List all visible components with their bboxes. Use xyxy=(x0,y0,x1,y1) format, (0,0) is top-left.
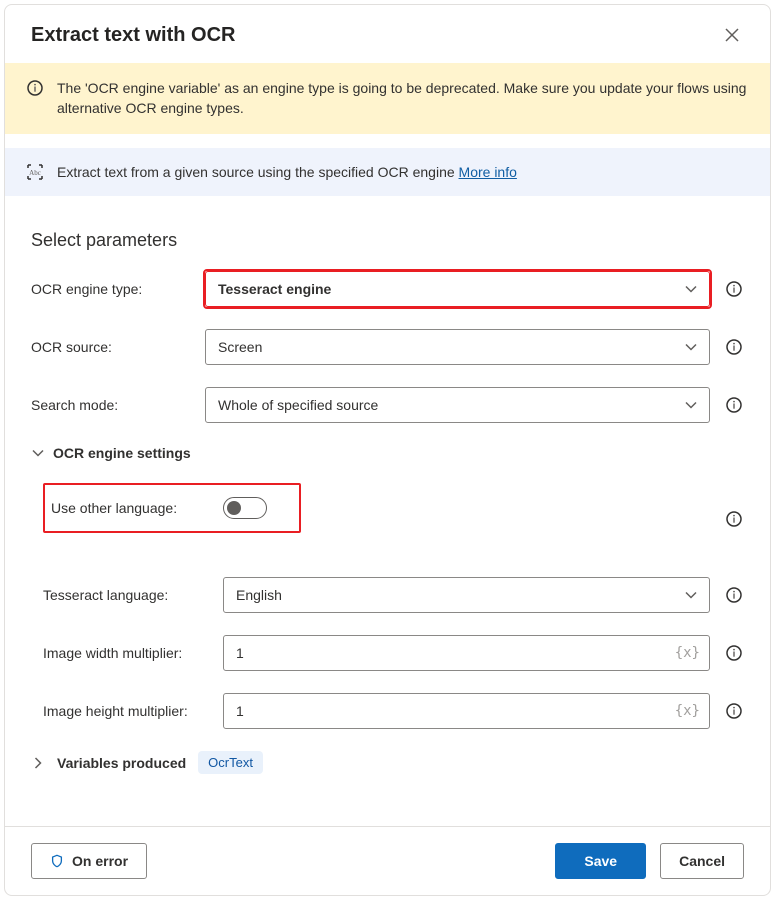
help-use-other-language[interactable] xyxy=(724,509,744,529)
use-other-language-toggle[interactable] xyxy=(223,497,267,519)
width-multiplier-control: 1 {x} xyxy=(223,635,710,671)
help-height-multiplier[interactable] xyxy=(724,701,744,721)
height-multiplier-label: Image height multiplier: xyxy=(43,703,223,719)
close-icon xyxy=(725,28,739,42)
info-message-container: Extract text from a given source using t… xyxy=(57,164,517,180)
ocr-source-select[interactable]: Screen xyxy=(205,329,710,365)
ocr-engine-settings-label: OCR engine settings xyxy=(53,445,191,461)
field-ocr-source: OCR source: Screen xyxy=(31,329,744,365)
tesseract-language-control: English xyxy=(223,577,710,613)
footer-actions: Save Cancel xyxy=(555,843,744,879)
tesseract-language-select[interactable]: English xyxy=(223,577,710,613)
chevron-right-icon xyxy=(31,756,45,770)
width-multiplier-input[interactable]: 1 xyxy=(223,635,710,671)
help-ocr-source[interactable] xyxy=(724,337,744,357)
toggle-knob xyxy=(227,501,241,515)
field-ocr-engine-type: OCR engine type: Tesseract engine xyxy=(31,271,744,307)
info-message: Extract text from a given source using t… xyxy=(57,164,459,180)
help-search-mode[interactable] xyxy=(724,395,744,415)
parameters-body: Select parameters OCR engine type: Tesse… xyxy=(5,196,770,826)
ocr-engine-settings-header[interactable]: OCR engine settings xyxy=(31,445,744,461)
field-tesseract-language: Tesseract language: English xyxy=(43,577,744,613)
on-error-label: On error xyxy=(72,853,128,869)
help-width-multiplier[interactable] xyxy=(724,643,744,663)
action-info-banner: Abc Extract text from a given source usi… xyxy=(5,148,770,196)
chevron-down-icon xyxy=(31,446,45,460)
text-extract-icon: Abc xyxy=(27,164,43,180)
height-multiplier-input[interactable]: 1 xyxy=(223,693,710,729)
use-other-language-label: Use other language: xyxy=(51,500,223,516)
warning-message: The 'OCR engine variable' as an engine t… xyxy=(57,79,748,118)
help-tesseract-language[interactable] xyxy=(724,585,744,605)
close-button[interactable] xyxy=(716,19,748,51)
help-ocr-engine-type[interactable] xyxy=(724,279,744,299)
dialog-footer: On error Save Cancel xyxy=(5,826,770,895)
ocr-engine-type-control: Tesseract engine xyxy=(205,271,710,307)
use-other-language-row: Use other language: xyxy=(43,483,301,533)
ocr-source-control: Screen xyxy=(205,329,710,365)
field-height-multiplier: Image height multiplier: 1 {x} xyxy=(43,693,744,729)
search-mode-label: Search mode: xyxy=(31,397,205,413)
ocr-engine-settings-body: Use other language: Tesseract language: … xyxy=(31,483,744,729)
section-heading: Select parameters xyxy=(31,230,744,251)
height-multiplier-control: 1 {x} xyxy=(223,693,710,729)
dialog: Extract text with OCR The 'OCR engine va… xyxy=(4,4,771,896)
variables-produced-label: Variables produced xyxy=(57,755,186,771)
tesseract-language-label: Tesseract language: xyxy=(43,587,223,603)
width-multiplier-label: Image width multiplier: xyxy=(43,645,223,661)
ocr-source-label: OCR source: xyxy=(31,339,205,355)
field-width-multiplier: Image width multiplier: 1 {x} xyxy=(43,635,744,671)
shield-icon xyxy=(50,854,64,868)
cancel-button[interactable]: Cancel xyxy=(660,843,744,879)
svg-text:Abc: Abc xyxy=(29,169,41,177)
field-search-mode: Search mode: Whole of specified source xyxy=(31,387,744,423)
ocr-engine-type-select[interactable]: Tesseract engine xyxy=(205,271,710,307)
ocr-engine-type-label: OCR engine type: xyxy=(31,281,205,297)
variables-produced-header[interactable]: Variables produced OcrText xyxy=(31,751,744,774)
more-info-link[interactable]: More info xyxy=(459,164,517,180)
dialog-header: Extract text with OCR xyxy=(5,5,770,63)
info-circle-icon xyxy=(27,80,43,96)
search-mode-control: Whole of specified source xyxy=(205,387,710,423)
save-button[interactable]: Save xyxy=(555,843,646,879)
variable-pill[interactable]: OcrText xyxy=(198,751,263,774)
search-mode-select[interactable]: Whole of specified source xyxy=(205,387,710,423)
deprecation-warning-banner: The 'OCR engine variable' as an engine t… xyxy=(5,63,770,134)
on-error-button[interactable]: On error xyxy=(31,843,147,879)
dialog-title: Extract text with OCR xyxy=(31,24,235,47)
